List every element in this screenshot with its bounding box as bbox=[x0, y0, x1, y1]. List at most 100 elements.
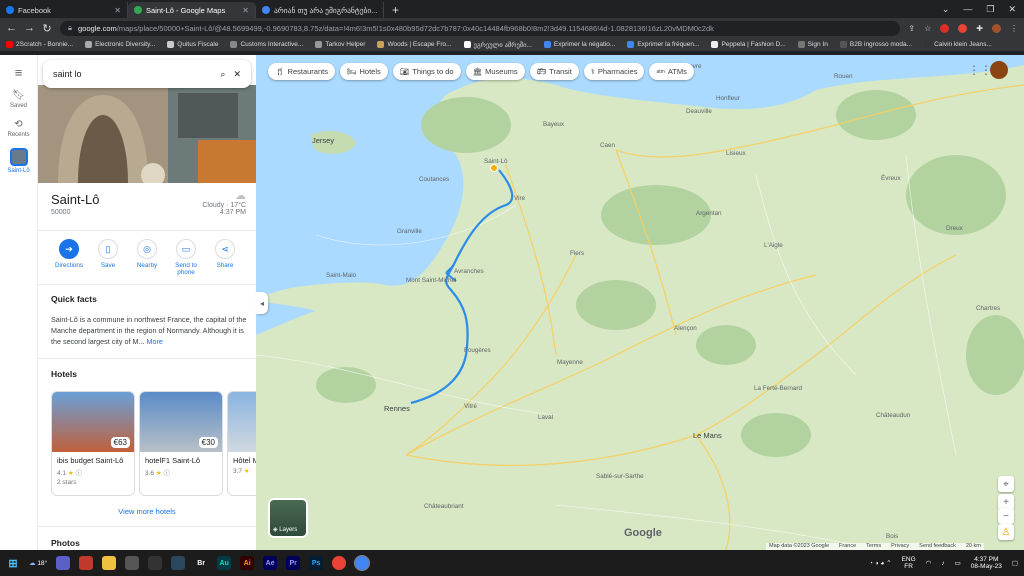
window-controls: ⌄ — ❐ ✕ bbox=[942, 4, 1024, 15]
share-page-icon[interactable]: ⇪ bbox=[908, 24, 915, 33]
windows-start-icon[interactable]: ⊞ bbox=[6, 556, 20, 570]
bookmark-item[interactable]: Customs Interactive... bbox=[230, 41, 303, 48]
chip-hotels[interactable]: 🛏︎ Hotels bbox=[339, 63, 388, 80]
map-canvas[interactable]: Jersey Saint-Lô Caen Rouen Le Havre Baye… bbox=[256, 55, 1024, 550]
place-panel: saint lo ⌕ ✕ Saint-Lô 50000 ☁ Cloudy · 1… bbox=[38, 55, 256, 550]
pegman-icon[interactable]: ♙ bbox=[998, 524, 1014, 540]
bookmark-item[interactable]: Sign In bbox=[797, 41, 828, 48]
bookmark-item[interactable]: Peppela | Fashion D... bbox=[711, 41, 786, 48]
close-tab-icon[interactable]: ✕ bbox=[242, 6, 249, 15]
hotel-card[interactable]: €63 ibis budget Saint-Lô 4.1 ★ ⓘ 2 stars bbox=[51, 391, 135, 496]
layers-button[interactable]: ◈ Layers bbox=[268, 498, 308, 538]
chip-atms[interactable]: atm ATMs bbox=[649, 63, 694, 80]
forward-icon[interactable]: → bbox=[24, 22, 35, 34]
premiere-app-icon[interactable]: Pr bbox=[286, 556, 301, 570]
audition-app-icon[interactable]: Au bbox=[217, 556, 232, 570]
chip-pharmacies[interactable]: ⚕︎ Pharmacies bbox=[583, 63, 645, 80]
language-indicator[interactable]: ENG FR bbox=[902, 556, 916, 570]
bridge-app-icon[interactable]: Br bbox=[194, 556, 209, 570]
share-button[interactable]: ⋖ Share bbox=[207, 239, 243, 276]
teams-icon[interactable] bbox=[56, 556, 71, 570]
account-avatar[interactable] bbox=[990, 61, 1008, 79]
adblock-extension-icon[interactable] bbox=[958, 23, 968, 33]
save-button[interactable]: ▯ Save bbox=[90, 239, 126, 276]
extensions-puzzle-icon[interactable]: ✚ bbox=[976, 24, 983, 33]
chip-things-to-do[interactable]: 📷︎ Things to do bbox=[392, 63, 461, 80]
bookmark-item[interactable]: Quitus Fiscale bbox=[167, 41, 218, 48]
close-window-icon[interactable]: ✕ bbox=[1008, 4, 1016, 15]
address-bar[interactable]: 🔒︎ google.com/maps/place/50000+Saint-Lô/… bbox=[60, 20, 901, 36]
minimize-icon[interactable]: — bbox=[963, 4, 972, 15]
collapse-panel-button[interactable]: ◂ bbox=[256, 292, 268, 314]
search-icon[interactable]: ⌕ bbox=[220, 69, 225, 80]
close-tab-icon[interactable]: ✕ bbox=[382, 6, 383, 15]
bookmark-item[interactable]: Woods | Escape Fro... bbox=[377, 41, 452, 48]
chrome-icon[interactable] bbox=[354, 555, 371, 571]
bookmark-item[interactable]: B2B ingrosso moda... bbox=[839, 41, 912, 48]
rail-recent-place[interactable]: Saint-Lô bbox=[0, 148, 37, 174]
saint-lo-pin-icon[interactable] bbox=[490, 164, 498, 172]
chip-museums[interactable]: 🏛︎ Museums bbox=[465, 63, 525, 80]
map-label-laigle: L'Aigle bbox=[764, 242, 783, 249]
info-icon[interactable]: ⓘ bbox=[76, 470, 83, 477]
map-label-mont-saint-michel: Mont Saint-Michel bbox=[406, 277, 457, 284]
nearby-button[interactable]: ◎ Nearby bbox=[129, 239, 165, 276]
tab-georgian-article[interactable]: არიან თუ არა ემიგრანტები... ✕ bbox=[256, 2, 384, 18]
tray-icons[interactable]: ◔ ◑ ◕ ⌃ bbox=[869, 559, 892, 567]
bookmark-star-icon[interactable]: ☆ bbox=[924, 24, 931, 33]
maximize-icon[interactable]: ❐ bbox=[986, 4, 994, 15]
after-effects-app-icon[interactable]: Ae bbox=[263, 556, 278, 570]
chip-transit[interactable]: 🚌︎ Transit bbox=[529, 63, 579, 80]
rail-saved[interactable]: 🔖︎ Saved bbox=[0, 90, 37, 109]
menu-icon[interactable]: ≡ bbox=[0, 65, 37, 80]
clock[interactable]: 4:37 PM 08-May-23 bbox=[971, 556, 1002, 570]
tab-search-icon[interactable]: ⌄ bbox=[942, 4, 950, 15]
notifications-icon[interactable]: ▢ bbox=[1012, 559, 1018, 567]
back-icon[interactable]: ← bbox=[6, 22, 17, 34]
chip-label: Things to do bbox=[412, 67, 454, 76]
close-icon[interactable]: ✕ bbox=[233, 69, 241, 80]
send-to-phone-button[interactable]: ▭ Send to phone bbox=[168, 239, 204, 276]
place-hero-image[interactable] bbox=[38, 85, 256, 183]
bookmark-item[interactable]: Exprimer la négatio... bbox=[543, 41, 615, 48]
wifi-icon[interactable]: ◠ bbox=[926, 559, 932, 567]
app-icon[interactable] bbox=[79, 556, 94, 570]
bookmark-item[interactable]: ეგრეული ამრეში... bbox=[463, 41, 532, 49]
info-icon[interactable]: ⓘ bbox=[164, 470, 171, 477]
close-tab-icon[interactable]: ✕ bbox=[114, 6, 121, 15]
app-icon[interactable] bbox=[125, 556, 140, 570]
directions-button[interactable]: ➔ Directions bbox=[51, 239, 87, 276]
explorer-icon[interactable] bbox=[102, 556, 117, 570]
bookmark-item[interactable]: Electronic Diversity... bbox=[85, 41, 155, 48]
extension-icon[interactable] bbox=[940, 23, 950, 33]
bookmark-item[interactable]: Calvin klein Jeans... bbox=[924, 41, 992, 48]
hotel-card[interactable]: €30 hotelF1 Saint-Lô 3.6 ★ ⓘ bbox=[139, 391, 223, 496]
more-link[interactable]: More bbox=[146, 337, 162, 346]
tab-facebook[interactable]: Facebook ✕ bbox=[0, 2, 128, 18]
new-tab-button[interactable]: + bbox=[384, 2, 407, 18]
battery-icon[interactable]: ▭ bbox=[955, 559, 961, 567]
search-box[interactable]: saint lo ⌕ ✕ bbox=[43, 60, 251, 88]
weather-taskbar[interactable]: ☁ 18° bbox=[29, 559, 47, 567]
app-icon[interactable] bbox=[148, 556, 163, 570]
steam-icon[interactable] bbox=[171, 556, 186, 570]
rail-recents[interactable]: ⟲ Recents bbox=[0, 119, 37, 138]
bookmark-item[interactable]: Exprimer la fréquen... bbox=[627, 41, 699, 48]
chip-restaurants[interactable]: 🍴︎ Restaurants bbox=[268, 63, 335, 80]
menu-dots-icon[interactable]: ⋮ bbox=[1010, 24, 1018, 33]
search-input[interactable]: saint lo bbox=[53, 69, 212, 79]
reload-icon[interactable]: ↻ bbox=[42, 22, 52, 35]
tab-google-maps[interactable]: Saint-Lô - Google Maps ✕ bbox=[128, 2, 256, 18]
bookmark-item[interactable]: 2Scratch - Bonnie... bbox=[6, 41, 73, 48]
view-more-hotels-link[interactable]: View more hotels bbox=[38, 507, 256, 516]
hotel-card[interactable]: Hôtel M 3.7 ★ bbox=[227, 391, 256, 496]
photoshop-app-icon[interactable]: Ps bbox=[309, 556, 324, 570]
browser-toolbar: ← → ↻ 🔒︎ google.com/maps/place/50000+Sai… bbox=[0, 18, 1024, 38]
my-location-icon[interactable]: ⌖ bbox=[998, 476, 1014, 492]
illustrator-app-icon[interactable]: Ai bbox=[240, 556, 255, 570]
bookmark-item[interactable]: Tarkov Helper bbox=[315, 41, 365, 48]
volume-icon[interactable]: ♪ bbox=[941, 560, 944, 567]
zoom-out-button[interactable]: − bbox=[998, 508, 1014, 524]
chrome-icon[interactable] bbox=[332, 556, 347, 570]
profile-avatar-icon[interactable] bbox=[992, 23, 1001, 33]
